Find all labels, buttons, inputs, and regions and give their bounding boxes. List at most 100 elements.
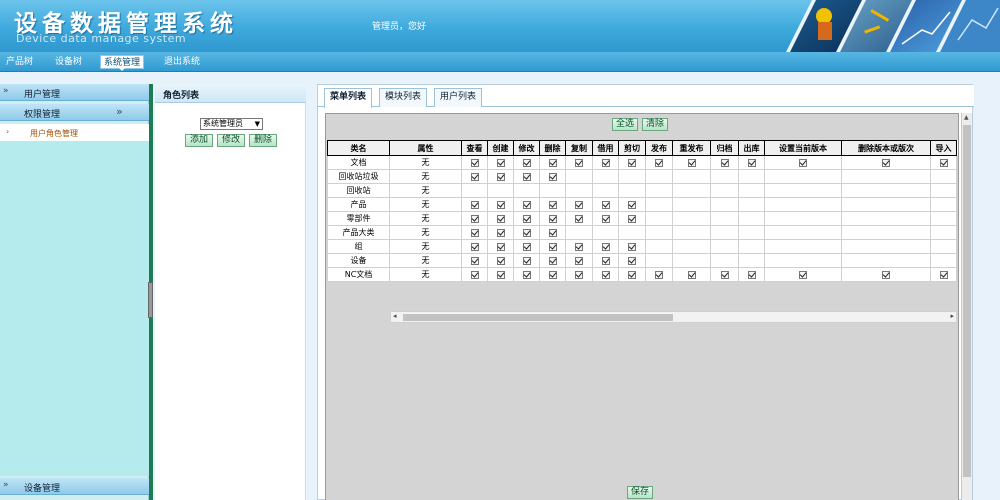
permission-checkbox[interactable] xyxy=(720,270,729,279)
vertical-scrollbar[interactable]: ▲ xyxy=(961,113,972,500)
permission-checkbox[interactable] xyxy=(522,172,531,181)
permission-checkbox[interactable] xyxy=(575,256,583,265)
permission-checkbox[interactable] xyxy=(522,214,531,223)
permission-cell[interactable] xyxy=(592,225,619,240)
permission-cell[interactable] xyxy=(764,169,842,184)
permission-cell[interactable] xyxy=(841,225,931,240)
clear-button[interactable]: 清除 xyxy=(642,118,668,131)
permission-checkbox[interactable] xyxy=(470,242,479,251)
permission-cell[interactable] xyxy=(764,253,842,268)
permission-checkbox[interactable] xyxy=(628,256,636,265)
permission-cell[interactable] xyxy=(645,253,673,268)
permission-cell[interactable] xyxy=(738,225,765,240)
permission-cell[interactable] xyxy=(513,183,540,198)
tab-user-list[interactable]: 用户列表 xyxy=(434,88,483,107)
permission-checkbox[interactable] xyxy=(470,200,479,209)
permission-cell[interactable] xyxy=(956,253,958,268)
permission-checkbox[interactable] xyxy=(470,270,479,279)
permission-cell[interactable] xyxy=(618,183,646,198)
permission-checkbox[interactable] xyxy=(470,228,479,237)
permission-checkbox[interactable] xyxy=(575,270,583,279)
scroll-left-icon[interactable]: ◂ xyxy=(393,312,397,320)
tab-menu-list[interactable]: 菜单列表 xyxy=(324,88,373,108)
permission-cell[interactable] xyxy=(930,253,957,268)
permission-cell[interactable] xyxy=(956,267,958,282)
sidebar-item-permission-management[interactable]: 权限管理 » xyxy=(0,104,149,121)
permission-cell[interactable] xyxy=(841,253,931,268)
permission-cell[interactable] xyxy=(738,253,765,268)
permission-checkbox[interactable] xyxy=(799,158,807,167)
sidebar-item-user-management[interactable]: » 用户管理 xyxy=(0,84,149,101)
permission-cell[interactable] xyxy=(841,211,931,226)
nav-product-tree[interactable]: 产品树 xyxy=(4,55,35,69)
delete-role-button[interactable]: 删除 xyxy=(249,134,277,147)
permission-checkbox[interactable] xyxy=(548,242,557,251)
permission-cell[interactable] xyxy=(672,253,711,268)
permission-cell[interactable] xyxy=(956,197,958,212)
permission-checkbox[interactable] xyxy=(628,242,636,251)
permission-cell[interactable] xyxy=(645,211,673,226)
permission-cell[interactable] xyxy=(645,183,673,198)
permission-cell[interactable] xyxy=(645,225,673,240)
permission-cell[interactable] xyxy=(956,169,958,184)
permission-checkbox[interactable] xyxy=(522,228,531,237)
sidebar-item-device-management[interactable]: » 设备管理 xyxy=(0,478,149,495)
nav-exit-system[interactable]: 退出系统 xyxy=(162,55,202,69)
permission-checkbox[interactable] xyxy=(496,270,505,279)
permission-checkbox[interactable] xyxy=(522,200,531,209)
permission-checkbox[interactable] xyxy=(548,270,557,279)
permission-checkbox[interactable] xyxy=(522,242,531,251)
permission-cell[interactable] xyxy=(738,239,765,254)
permission-cell[interactable] xyxy=(618,169,646,184)
permission-checkbox[interactable] xyxy=(496,158,505,167)
permission-checkbox[interactable] xyxy=(470,172,479,181)
horizontal-scroll-thumb[interactable] xyxy=(403,314,673,321)
permission-checkbox[interactable] xyxy=(470,158,479,167)
permission-cell[interactable] xyxy=(738,211,765,226)
permission-cell[interactable] xyxy=(710,253,739,268)
permission-checkbox[interactable] xyxy=(628,214,636,223)
permission-cell[interactable] xyxy=(841,197,931,212)
permission-cell[interactable] xyxy=(592,169,619,184)
vertical-scroll-thumb[interactable] xyxy=(963,125,971,477)
permission-cell[interactable] xyxy=(672,239,711,254)
permission-cell[interactable] xyxy=(672,211,711,226)
permission-checkbox[interactable] xyxy=(601,214,610,223)
permission-cell[interactable] xyxy=(565,183,593,198)
permission-cell[interactable] xyxy=(930,225,957,240)
permission-checkbox[interactable] xyxy=(575,242,583,251)
permission-cell[interactable] xyxy=(645,169,673,184)
permission-checkbox[interactable] xyxy=(687,158,696,167)
permission-cell[interactable] xyxy=(956,239,958,254)
permission-checkbox[interactable] xyxy=(601,242,610,251)
permission-cell[interactable] xyxy=(930,197,957,212)
permission-checkbox[interactable] xyxy=(548,200,557,209)
permission-cell[interactable] xyxy=(930,211,957,226)
permission-checkbox[interactable] xyxy=(522,270,531,279)
permission-cell[interactable] xyxy=(841,169,931,184)
permission-cell[interactable] xyxy=(930,239,957,254)
permission-checkbox[interactable] xyxy=(720,158,729,167)
scroll-up-icon[interactable]: ▲ xyxy=(964,114,969,121)
permission-checkbox[interactable] xyxy=(548,214,557,223)
permission-cell[interactable] xyxy=(764,239,842,254)
tab-module-list[interactable]: 模块列表 xyxy=(379,88,428,107)
permission-checkbox[interactable] xyxy=(496,200,505,209)
permission-checkbox[interactable] xyxy=(939,270,948,279)
permission-cell[interactable] xyxy=(592,183,619,198)
horizontal-scrollbar[interactable]: ◂ ▸ xyxy=(390,311,957,323)
select-all-button[interactable]: 全选 xyxy=(612,118,638,131)
permission-checkbox[interactable] xyxy=(687,270,696,279)
permission-cell[interactable] xyxy=(672,225,711,240)
permission-cell[interactable] xyxy=(539,183,566,198)
scroll-right-icon[interactable]: ▸ xyxy=(950,312,954,320)
permission-cell[interactable] xyxy=(841,239,931,254)
permission-cell[interactable] xyxy=(710,197,739,212)
splitter-collapse-handle[interactable] xyxy=(148,282,153,318)
permission-checkbox[interactable] xyxy=(496,228,505,237)
permission-checkbox[interactable] xyxy=(655,270,663,279)
permission-cell[interactable] xyxy=(764,197,842,212)
permission-checkbox[interactable] xyxy=(601,158,610,167)
permission-checkbox[interactable] xyxy=(939,158,948,167)
permission-checkbox[interactable] xyxy=(628,200,636,209)
